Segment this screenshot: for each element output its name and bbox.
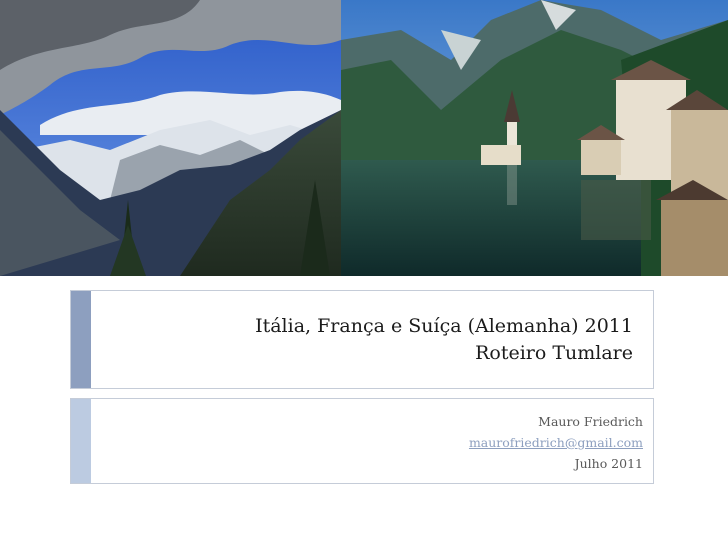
presentation-date: Julho 2011: [574, 456, 643, 471]
email-link[interactable]: maurofriedrich@gmail.com: [469, 432, 643, 453]
title-accent-bar: [71, 291, 91, 388]
slide: Itália, França e Suíça (Alemanha) 2011 R…: [0, 0, 728, 546]
author-name: Mauro Friedrich: [538, 414, 643, 429]
header-photos: [0, 0, 728, 276]
title-line-2: Roteiro Tumlare: [475, 342, 633, 364]
subtitle-box: Mauro Friedrich maurofriedrich@gmail.com…: [70, 398, 654, 484]
title-box: Itália, França e Suíça (Alemanha) 2011 R…: [70, 290, 654, 389]
title-line-1: Itália, França e Suíça (Alemanha) 2011: [255, 315, 633, 337]
lakeside-village-photo: [341, 0, 728, 276]
slide-title: Itália, França e Suíça (Alemanha) 2011 R…: [255, 313, 633, 367]
subtitle-accent-bar: [71, 399, 91, 483]
alpine-mountains-photo: [0, 0, 341, 276]
slide-subtitle: Mauro Friedrich maurofriedrich@gmail.com…: [469, 411, 643, 474]
